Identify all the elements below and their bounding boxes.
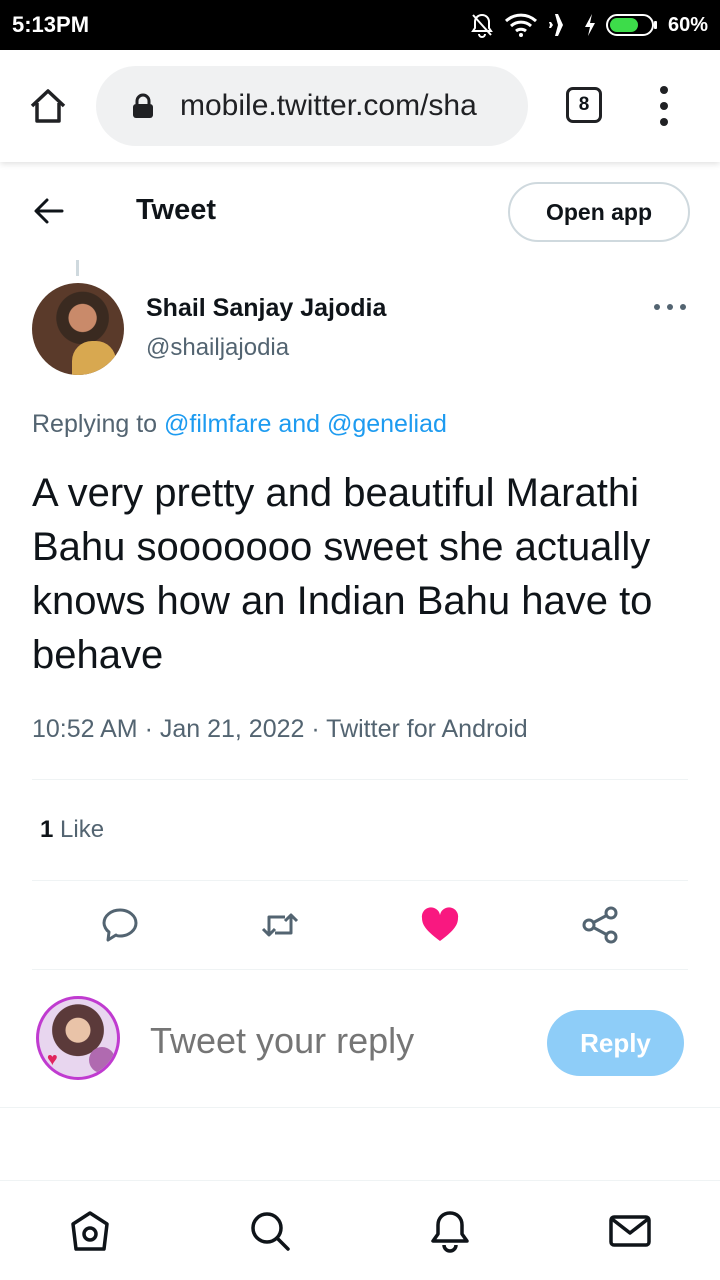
url-text: mobile.twitter.com/sha (180, 89, 477, 122)
replying-mentions[interactable]: @filmfare and @geneliad (164, 410, 447, 438)
charging-icon (584, 14, 595, 36)
avatar-shirt (72, 341, 116, 375)
menu-dot (660, 102, 668, 110)
thread-connector (76, 260, 79, 276)
airplane-icon (548, 14, 572, 36)
heart-sticker: ♥ (47, 1049, 58, 1069)
tweet-text: A very pretty and beautiful Marathi Bahu… (32, 471, 653, 677)
retweet-icon[interactable] (260, 905, 300, 945)
back-arrow-icon[interactable] (32, 194, 66, 228)
like-count-label: Like (60, 816, 105, 843)
author-handle[interactable]: @shailjajodia (146, 334, 289, 362)
divider (32, 880, 688, 881)
share-icon[interactable] (580, 905, 620, 945)
status-time: 5:13PM (12, 12, 90, 37)
tweet-meta[interactable]: 10:52 AM · Jan 21, 2022 · Twitter for An… (32, 715, 528, 744)
battery-icon (605, 14, 657, 36)
address-bar[interactable]: mobile.twitter.com/sha (96, 66, 528, 146)
menu-dot (660, 118, 668, 126)
divider (32, 969, 688, 970)
search-icon[interactable] (248, 1209, 292, 1253)
tab-switcher-button[interactable]: 8 (566, 87, 602, 123)
menu-dot (660, 86, 668, 94)
reply-icon[interactable] (100, 905, 140, 945)
more-options-icon[interactable] (654, 304, 686, 314)
browser-toolbar: mobile.twitter.com/sha 8 (0, 50, 720, 162)
page-title: Tweet (136, 194, 217, 226)
divider (32, 779, 688, 780)
browser-menu-button[interactable] (656, 86, 672, 126)
user-avatar: ♥ (36, 996, 120, 1080)
like-heart-icon[interactable] (420, 905, 460, 945)
more-dot (680, 304, 686, 310)
replying-to: Replying to @filmfare and @geneliad (32, 410, 447, 439)
bottom-navigation (0, 1180, 720, 1280)
divider (0, 1107, 720, 1108)
home-icon[interactable] (68, 1209, 112, 1253)
status-bar: 5:13PM 60% (0, 0, 720, 50)
avatar-decoration (89, 1047, 115, 1073)
messages-icon[interactable] (608, 1209, 652, 1253)
status-icons: 60% (470, 12, 708, 38)
open-app-button[interactable]: Open app (508, 182, 690, 242)
replying-prefix: Replying to (32, 410, 158, 438)
likes-count[interactable]: 1 Like (40, 816, 104, 844)
like-count-number: 1 (40, 816, 54, 843)
reply-button[interactable]: Reply (547, 1010, 684, 1076)
notifications-off-icon (471, 13, 493, 38)
more-dot (667, 304, 673, 310)
lock-icon (133, 93, 153, 118)
tweet-actions (0, 900, 720, 950)
tweet-header: Tweet Open app (0, 162, 720, 258)
reply-input[interactable] (150, 1020, 530, 1062)
more-dot (654, 304, 660, 310)
notifications-icon[interactable] (428, 1209, 472, 1253)
battery-percent: 60% (667, 13, 708, 36)
author-avatar[interactable] (32, 283, 124, 375)
home-icon[interactable] (28, 86, 68, 126)
author-name[interactable]: Shail Sanjay Jajodia (146, 294, 386, 323)
wifi-icon (504, 13, 537, 37)
